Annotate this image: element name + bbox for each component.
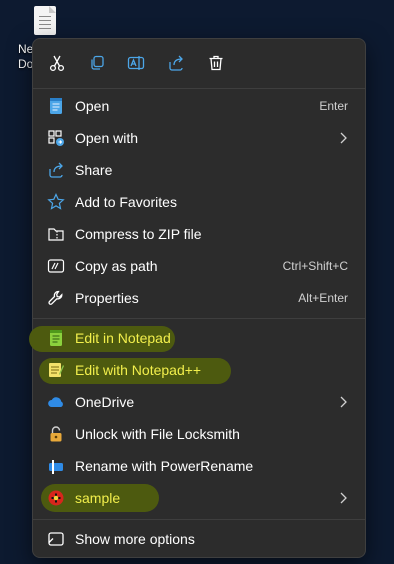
chevron-right-icon <box>340 132 347 144</box>
open-with-icon <box>47 129 65 147</box>
menu-item-copy-as-path[interactable]: Copy as path Ctrl+Shift+C <box>37 251 361 281</box>
shortcut-text: Ctrl+Shift+C <box>282 259 348 273</box>
menu-item-label: sample <box>75 490 121 506</box>
menu-item-label: Rename with PowerRename <box>75 458 254 474</box>
menu-item-file-locksmith[interactable]: Unlock with File Locksmith <box>37 419 361 449</box>
menu-item-properties[interactable]: Properties Alt+Enter <box>37 283 361 313</box>
share-icon <box>169 55 183 71</box>
lock-icon <box>47 425 65 443</box>
menu-item-open[interactable]: Open Enter <box>37 91 361 121</box>
menu-item-open-with[interactable]: Open with <box>37 123 361 153</box>
wrench-icon <box>47 289 65 307</box>
menu-item-label: Properties <box>75 290 139 306</box>
cut-button[interactable] <box>45 51 69 75</box>
menu-item-label: Show more options <box>75 531 195 547</box>
menu-item-label: Share <box>75 162 113 178</box>
divider <box>33 519 365 520</box>
menu-item-onedrive[interactable]: OneDrive <box>37 387 361 417</box>
delete-button[interactable] <box>204 51 228 75</box>
menu-item-label: OneDrive <box>75 394 135 410</box>
rename-icon <box>127 56 145 70</box>
cloud-icon <box>47 393 65 411</box>
menu-item-label: Open <box>75 98 110 114</box>
text-document-icon <box>34 6 56 35</box>
divider <box>33 318 365 319</box>
menu-item-show-more-options[interactable]: Show more options <box>37 524 361 554</box>
powerrename-icon <box>47 457 65 475</box>
notepadpp-icon <box>47 361 65 379</box>
share-toolbar-button[interactable] <box>164 51 188 75</box>
divider <box>33 88 365 89</box>
trash-icon <box>209 55 223 71</box>
context-menu: Open Enter Open with Share Add to Favori… <box>29 38 366 558</box>
notepad-icon <box>47 97 65 115</box>
shortcut-text: Enter <box>319 99 348 113</box>
menu-item-add-to-favorites[interactable]: Add to Favorites <box>37 187 361 217</box>
notepad-green-icon <box>47 329 65 347</box>
menu-item-label: Unlock with File Locksmith <box>75 426 240 442</box>
zip-folder-icon <box>47 225 65 243</box>
menu-item-label: Copy as path <box>75 258 158 274</box>
menu-item-edit-in-notepad[interactable]: Edit in Notepad <box>37 323 361 353</box>
menu-item-sample[interactable]: sample <box>37 483 361 513</box>
share-icon <box>47 161 65 179</box>
star-icon <box>47 193 65 211</box>
copy-button[interactable] <box>85 51 109 75</box>
menu-item-edit-with-notepadpp[interactable]: Edit with Notepad++ <box>37 355 361 385</box>
copy-icon <box>91 55 104 70</box>
rename-button[interactable] <box>124 51 148 75</box>
copy-path-icon <box>47 257 65 275</box>
shortcut-text: Alt+Enter <box>298 291 348 305</box>
scissors-icon <box>49 55 65 72</box>
menu-item-label: Open with <box>75 130 139 146</box>
chevron-right-icon <box>340 396 347 408</box>
context-menu-toolbar <box>33 39 365 87</box>
menu-item-compress-zip[interactable]: Compress to ZIP file <box>37 219 361 249</box>
menu-item-share[interactable]: Share <box>37 155 361 185</box>
chevron-right-icon <box>340 492 347 504</box>
sample-app-icon <box>47 489 65 507</box>
more-options-icon <box>47 530 65 548</box>
menu-item-label: Edit with Notepad++ <box>75 362 202 378</box>
menu-item-label: Add to Favorites <box>75 194 177 210</box>
menu-item-powerrename[interactable]: Rename with PowerRename <box>37 451 361 481</box>
menu-item-label: Compress to ZIP file <box>75 226 202 242</box>
menu-item-label: Edit in Notepad <box>75 330 171 346</box>
